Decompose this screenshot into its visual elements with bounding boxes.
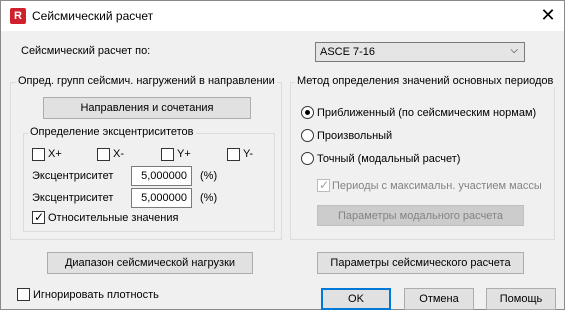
seismic-code-value: ASCE 7-16 bbox=[320, 46, 376, 58]
y-plus-label: Y+ bbox=[177, 148, 191, 160]
load-case-direction-group-title: Опред. групп сейсмич. нагружений в напра… bbox=[16, 75, 277, 87]
x-minus-checkbox[interactable] bbox=[97, 148, 110, 161]
max-mass-periods-label: Периоды с максимальн. участием массы bbox=[332, 180, 542, 192]
eccentricity-label-2: Эксцентриситет bbox=[32, 192, 114, 204]
eccentricity-input-1[interactable]: 5,000000 bbox=[131, 166, 192, 186]
max-mass-periods-checkbox[interactable] bbox=[317, 178, 330, 192]
eccentricity-group-title: Определение эксцентриситетов bbox=[28, 126, 196, 138]
app-logo-icon: R bbox=[10, 8, 26, 24]
title-bar: R Сейсмический расчет ✕ bbox=[1, 1, 564, 31]
eccentricity-label-1: Эксцентриситет bbox=[32, 170, 114, 182]
exact-modal-radio[interactable] bbox=[301, 152, 314, 165]
seismic-code-dropdown[interactable]: ASCE 7-16 ⌵ bbox=[315, 42, 525, 62]
x-plus-label: X+ bbox=[48, 148, 62, 160]
ignore-density-label: Игнорировать плотность bbox=[33, 289, 159, 301]
approximate-radio[interactable] bbox=[301, 106, 314, 119]
arbitrary-label: Произвольный bbox=[317, 130, 393, 142]
y-plus-checkbox[interactable] bbox=[161, 148, 174, 161]
x-minus-label: X- bbox=[113, 148, 124, 160]
ok-button[interactable]: OK bbox=[321, 288, 391, 310]
app-logo-letter: R bbox=[14, 10, 22, 22]
directions-combinations-button[interactable]: Направления и сочетания bbox=[43, 97, 251, 119]
relative-values-label: Относительные значения bbox=[48, 212, 179, 224]
eccentricity-input-2[interactable]: 5,000000 bbox=[131, 188, 192, 208]
eccentricity-unit-2: (%) bbox=[200, 192, 218, 204]
ignore-density-checkbox[interactable] bbox=[17, 288, 30, 301]
seismic-analysis-params-button[interactable]: Параметры сейсмического расчета bbox=[317, 252, 524, 274]
seismic-code-label: Сейсмический расчет по: bbox=[21, 45, 151, 57]
seismic-analysis-dialog: R Сейсмический расчет ✕ Сейсмический рас… bbox=[0, 0, 565, 310]
cancel-button[interactable]: Отмена bbox=[404, 288, 474, 310]
close-icon[interactable]: ✕ bbox=[533, 4, 563, 28]
exact-modal-label: Точный (модальный расчет) bbox=[317, 153, 461, 165]
relative-values-checkbox[interactable] bbox=[32, 210, 45, 224]
eccentricity-unit-1: (%) bbox=[200, 170, 218, 182]
seismic-load-range-button[interactable]: Диапазон сейсмической нагрузки bbox=[47, 252, 253, 274]
y-minus-checkbox[interactable] bbox=[227, 148, 240, 161]
help-button[interactable]: Помощь bbox=[486, 288, 556, 310]
modal-analysis-params-button[interactable]: Параметры модального расчета bbox=[317, 205, 524, 226]
approximate-label: Приближенный (по сейсмическим нормам) bbox=[317, 107, 537, 119]
window-title: Сейсмический расчет bbox=[32, 9, 154, 23]
x-plus-checkbox[interactable] bbox=[32, 148, 45, 161]
arbitrary-radio[interactable] bbox=[301, 129, 314, 142]
period-method-group-title: Метод определения значений основных пери… bbox=[295, 75, 556, 87]
chevron-down-icon: ⌵ bbox=[510, 45, 518, 56]
y-minus-label: Y- bbox=[243, 148, 253, 160]
